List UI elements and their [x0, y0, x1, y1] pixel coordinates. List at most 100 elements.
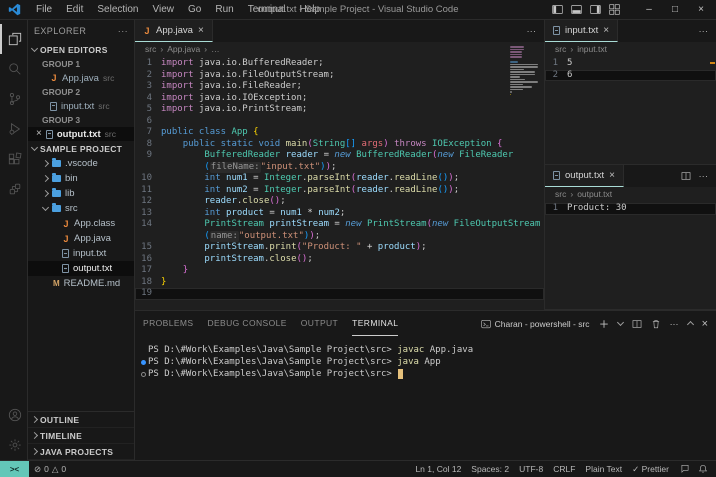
editor-more-actions-icon[interactable]: ··· [519, 20, 545, 42]
close-editor-icon[interactable]: × [36, 129, 42, 139]
remote-explorer-icon[interactable] [0, 174, 28, 204]
close-panel-icon[interactable]: × [702, 318, 708, 330]
menu-go[interactable]: Go [182, 2, 207, 17]
explorer-more-actions-icon[interactable]: ··· [118, 26, 128, 36]
terminal-dropdown-icon[interactable] [616, 318, 624, 327]
breadcrumb-item[interactable]: input.txt [577, 44, 607, 54]
open-editor-item[interactable]: J App.java src [28, 71, 134, 85]
extensions-icon[interactable] [0, 144, 28, 174]
editor-more-actions-icon[interactable]: ··· [691, 20, 716, 42]
close-tab-icon[interactable]: × [603, 25, 609, 36]
tree-item[interactable]: src [28, 201, 134, 216]
kill-terminal-icon[interactable] [651, 319, 661, 329]
breadcrumb[interactable]: src › input.txt [545, 42, 716, 56]
code-line: 10 int num1 = Integer. parseInt(reader. re… [135, 173, 544, 185]
tree-item[interactable]: J App.class [28, 216, 134, 231]
line-number: 14 [141, 219, 152, 229]
folder-icon [52, 203, 61, 212]
breadcrumb[interactable]: src › App.java ›… [135, 42, 544, 56]
open-editors-section[interactable]: OPEN EDITORS [28, 42, 134, 57]
menu-selection[interactable]: Selection [91, 2, 144, 17]
source-control-icon[interactable] [0, 84, 28, 114]
tree-item[interactable]: input.txt [28, 246, 134, 261]
breadcrumb-item[interactable]: src [555, 44, 566, 54]
command-success-dot-icon[interactable] [141, 359, 146, 365]
menu-run[interactable]: Run [209, 2, 239, 17]
panel-tab-output[interactable]: OUTPUT [301, 311, 338, 336]
markdown-file-icon: M [53, 279, 60, 288]
status-utf-8[interactable]: UTF-8 [514, 464, 548, 474]
sidebar-bottom-sections: OUTLINE TIMELINE JAVA PROJECTS [28, 411, 134, 460]
menu-edit[interactable]: Edit [60, 2, 89, 17]
close-window-button[interactable]: × [690, 4, 712, 15]
new-terminal-icon[interactable] [599, 319, 609, 329]
notifications-bell-icon[interactable] [698, 464, 708, 474]
input-editor[interactable]: 1526 [545, 56, 716, 164]
split-editor-icon[interactable] [681, 171, 691, 181]
toggle-panel-icon[interactable] [571, 4, 582, 15]
panel-tab-debug-console[interactable]: DEBUG CONSOLE [207, 311, 286, 336]
breadcrumb-item[interactable]: output.txt [577, 189, 612, 199]
breadcrumb-item[interactable]: src [555, 189, 566, 199]
minimap[interactable] [510, 46, 540, 99]
minimize-button[interactable]: – [638, 4, 660, 15]
panel-more-actions-icon[interactable]: ··· [670, 319, 679, 329]
status-ln[interactable]: Ln 1, Col 12 [410, 464, 466, 474]
customize-layout-icon[interactable] [609, 4, 620, 15]
accounts-icon[interactable] [0, 400, 28, 430]
remote-indicator[interactable]: >< [0, 461, 29, 477]
menu-terminal[interactable]: Terminal [242, 2, 292, 17]
section-timeline[interactable]: TIMELINE [28, 428, 134, 444]
close-tab-icon[interactable]: × [198, 25, 204, 36]
settings-gear-icon[interactable] [0, 430, 28, 460]
line-number: 10 [141, 173, 152, 183]
section-outline[interactable]: OUTLINE [28, 412, 134, 428]
section-java-projects[interactable]: JAVA PROJECTS [28, 444, 134, 460]
panel-tab-problems[interactable]: PROBLEMS [143, 311, 193, 336]
status-spaces[interactable]: Spaces: 2 [466, 464, 514, 474]
open-editor-item[interactable]: input.txt src [28, 99, 134, 113]
problems-indicator[interactable]: ⊘ 0 △ 0 [29, 464, 71, 475]
terminal-line: PS D:\#Work\Examples\Java\Sample Project… [139, 356, 716, 368]
terminal-session[interactable]: Charan - powershell - src [480, 319, 590, 329]
maximize-button[interactable]: □ [664, 4, 686, 15]
close-tab-icon[interactable]: × [609, 170, 615, 181]
tree-item[interactable]: M README.md [28, 276, 134, 291]
line-number: 7 [146, 127, 152, 137]
breadcrumb-item[interactable]: … [211, 44, 220, 54]
tab-outputtxt[interactable]: output.txt × [545, 165, 624, 187]
output-editor[interactable]: 1 Product: 30 [545, 201, 716, 309]
breadcrumb[interactable]: src › output.txt [545, 187, 716, 201]
toggle-sidebar-icon[interactable] [552, 4, 563, 15]
panel-tab-terminal[interactable]: TERMINAL [352, 311, 399, 336]
breadcrumb-item[interactable]: src [145, 44, 156, 54]
feedback-icon[interactable] [680, 464, 690, 474]
tree-item[interactable]: lib [28, 186, 134, 201]
breadcrumb-item[interactable]: App.java [167, 44, 200, 54]
search-icon[interactable] [0, 54, 28, 84]
status-crlf[interactable]: CRLF [548, 464, 580, 474]
terminal[interactable]: PS D:\#Work\Examples\Java\Sample Project… [135, 336, 716, 460]
menu-help[interactable]: Help [294, 2, 327, 17]
tree-item[interactable]: output.txt [28, 261, 134, 276]
explorer-icon[interactable] [0, 24, 28, 54]
open-editor-item[interactable]: × output.txt src [28, 127, 134, 141]
menu-view[interactable]: View [147, 2, 181, 17]
status-✓[interactable]: ✓ Prettier [627, 464, 674, 475]
maximize-panel-icon[interactable] [686, 320, 694, 329]
tab-appjava[interactable]: J App.java × [135, 20, 213, 42]
menu-file[interactable]: File [30, 2, 58, 17]
split-terminal-icon[interactable] [632, 319, 642, 329]
status-plain[interactable]: Plain Text [580, 464, 627, 474]
code-line: (name: "output.txt")); [135, 230, 544, 242]
editor-more-actions-icon[interactable]: ··· [699, 171, 709, 182]
tree-item[interactable]: J App.java [28, 231, 134, 246]
run-and-debug-icon[interactable] [0, 114, 28, 144]
editor-group-label: GROUP 2 [42, 87, 81, 97]
tab-inputtxt[interactable]: input.txt × [545, 20, 619, 42]
project-section[interactable]: SAMPLE PROJECT [28, 141, 134, 156]
toggle-secondary-sidebar-icon[interactable] [590, 4, 601, 15]
tree-item[interactable]: .vscode [28, 156, 134, 171]
tree-item[interactable]: bin [28, 171, 134, 186]
code-editor[interactable]: 1 import java.io.BufferedReader; 2 import j… [135, 56, 544, 310]
